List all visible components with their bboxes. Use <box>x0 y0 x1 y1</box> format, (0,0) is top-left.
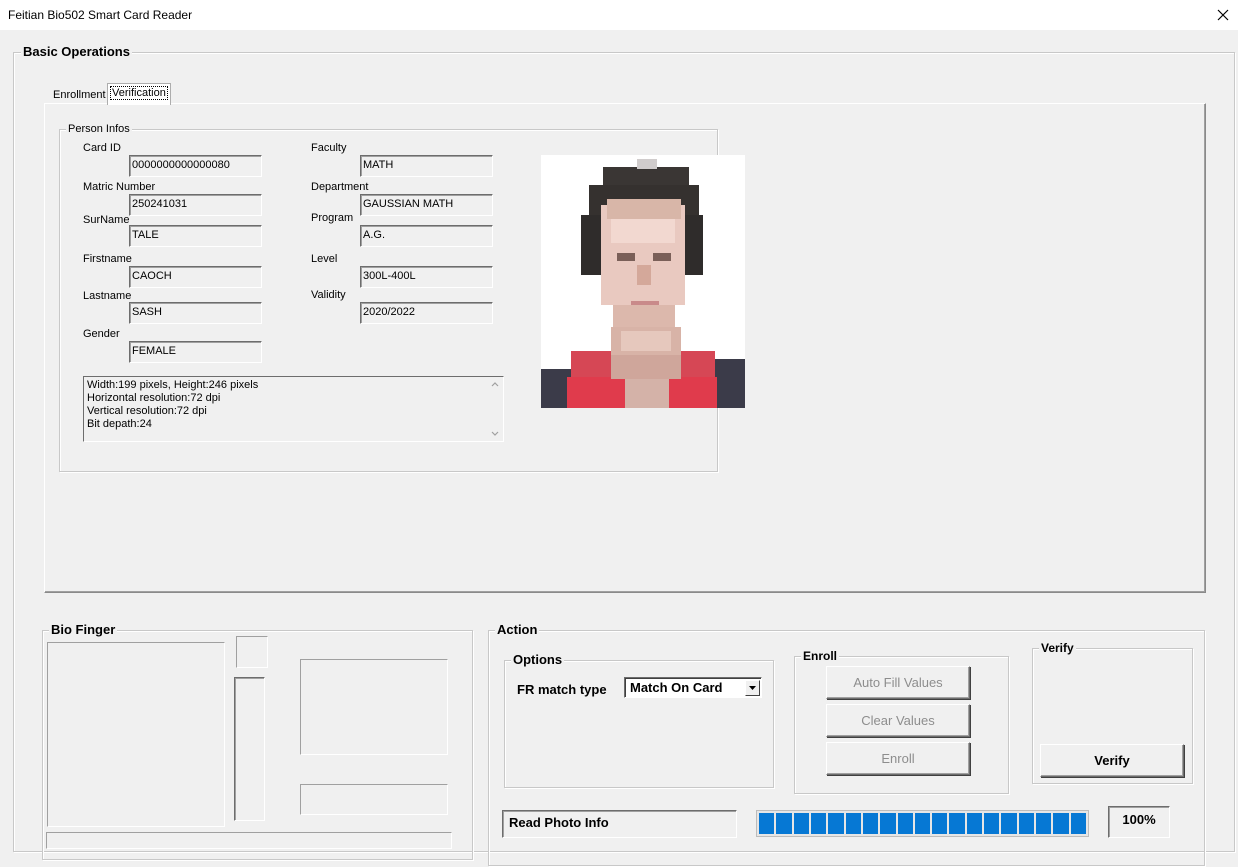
enroll-legend: Enroll <box>801 649 840 663</box>
progress-segment <box>897 813 913 834</box>
department-field[interactable]: GAUSSIAN MATH <box>360 194 493 216</box>
faculty-value: MATH <box>363 159 394 171</box>
window-title: Feitian Bio502 Smart Card Reader <box>8 8 193 22</box>
image-info-line: Bit depath:24 <box>87 418 152 430</box>
progress-bar-fill <box>759 813 1086 834</box>
scroll-up-icon[interactable] <box>491 379 499 389</box>
validity-field[interactable]: 2020/2022 <box>360 302 493 324</box>
tab-verification-label: Verification <box>110 86 168 100</box>
progress-segment <box>810 813 827 834</box>
fingerprint-image-pane <box>47 642 225 827</box>
fingerprint-status-bar <box>46 832 452 849</box>
fingerprint-preview-pane <box>300 659 448 755</box>
progress-segment <box>1018 813 1034 834</box>
image-info-line: Vertical resolution:72 dpi <box>87 405 207 417</box>
status-text: Read Photo Info <box>502 810 737 838</box>
validity-value: 2020/2022 <box>363 306 415 318</box>
fr-match-type-value: Match On Card <box>630 680 723 695</box>
faculty-field[interactable]: MATH <box>360 155 493 177</box>
level-value: 300L-400L <box>363 270 416 282</box>
bio-finger-legend: Bio Finger <box>49 622 118 637</box>
gender-field[interactable]: FEMALE <box>129 341 262 363</box>
progress-segment <box>932 813 948 834</box>
fr-match-type-select[interactable]: Match On Card <box>624 677 762 698</box>
gender-label: Gender <box>83 328 120 340</box>
gender-value: FEMALE <box>132 345 177 357</box>
surname-field[interactable]: TALE <box>129 225 262 247</box>
chevron-down-icon[interactable] <box>745 680 760 696</box>
progress-segment <box>793 813 809 834</box>
surname-value: TALE <box>132 229 159 241</box>
lastname-value: SASH <box>132 306 162 318</box>
level-label: Level <box>311 253 338 265</box>
clear-values-button[interactable]: Clear Values <box>826 704 970 737</box>
title-bar: Feitian Bio502 Smart Card Reader <box>0 0 1238 30</box>
progress-segment <box>776 813 792 834</box>
firstname-value: CAOCH <box>132 270 172 282</box>
progress-segment <box>914 813 931 834</box>
level-field[interactable]: 300L-400L <box>360 266 493 288</box>
enroll-button[interactable]: Enroll <box>826 742 970 775</box>
department-label: Department <box>311 181 369 193</box>
tab-enrollment-label: Enrollment <box>53 89 106 101</box>
firstname-field[interactable]: CAOCH <box>129 266 262 288</box>
progress-segment <box>1036 813 1052 834</box>
firstname-label: Firstname <box>83 253 132 265</box>
verify-button[interactable]: Verify <box>1040 744 1184 777</box>
image-info-line: Width:199 pixels, Height:246 pixels <box>87 379 259 391</box>
progress-segment <box>880 813 896 834</box>
progress-percent-label: 100% <box>1108 806 1170 838</box>
image-info-scrollbar[interactable] <box>487 377 503 441</box>
fingerprint-status-pane <box>236 636 268 668</box>
surname-label: SurName <box>83 214 130 226</box>
faculty-label: Faculty <box>311 142 347 154</box>
verify-legend: Verify <box>1039 641 1076 655</box>
card-id-label: Card ID <box>83 142 121 154</box>
basic-operations-legend: Basic Operations <box>21 44 132 59</box>
card-id-field[interactable]: 0000000000000080 <box>129 155 262 177</box>
matric-number-field[interactable]: 250241031 <box>129 194 262 216</box>
auto-fill-values-button[interactable]: Auto Fill Values <box>826 666 970 699</box>
progress-segment <box>984 813 1000 834</box>
progress-segment <box>759 813 775 834</box>
fr-match-type-label: FR match type <box>517 682 607 697</box>
progress-segment <box>862 813 879 834</box>
action-legend: Action <box>495 622 540 637</box>
tab-enrollment[interactable]: Enrollment <box>49 85 110 105</box>
progress-segment <box>966 813 983 834</box>
close-icon[interactable] <box>1212 4 1234 26</box>
progress-segment <box>1053 813 1069 834</box>
image-info-line: Horizontal resolution:72 dpi <box>87 392 221 404</box>
lastname-label: Lastname <box>83 290 132 302</box>
matric-number-value: 250241031 <box>132 198 188 210</box>
progress-segment <box>845 813 861 834</box>
person-photo <box>541 155 745 408</box>
progress-segment <box>1001 813 1017 834</box>
fingerprint-quality-bar <box>234 677 265 821</box>
progress-segment <box>1070 813 1086 834</box>
program-label: Program <box>311 212 354 224</box>
progress-segment <box>828 813 844 834</box>
validity-label: Validity <box>311 289 346 301</box>
progress-bar <box>756 810 1089 837</box>
program-field[interactable]: A.G. <box>360 225 493 247</box>
program-value: A.G. <box>363 229 386 241</box>
options-legend: Options <box>511 652 565 667</box>
progress-segment <box>949 813 965 834</box>
person-infos-legend: Person Infos <box>66 123 132 135</box>
fingerprint-info-pane <box>300 784 448 815</box>
matric-number-label: Matric Number <box>83 181 156 193</box>
card-id-value: 0000000000000080 <box>132 159 230 171</box>
image-info-textarea[interactable]: Width:199 pixels, Height:246 pixels Hori… <box>83 376 504 442</box>
lastname-field[interactable]: SASH <box>129 302 262 324</box>
tab-verification[interactable]: Verification <box>107 83 171 105</box>
scroll-down-icon[interactable] <box>491 429 499 439</box>
department-value: GAUSSIAN MATH <box>363 198 454 210</box>
